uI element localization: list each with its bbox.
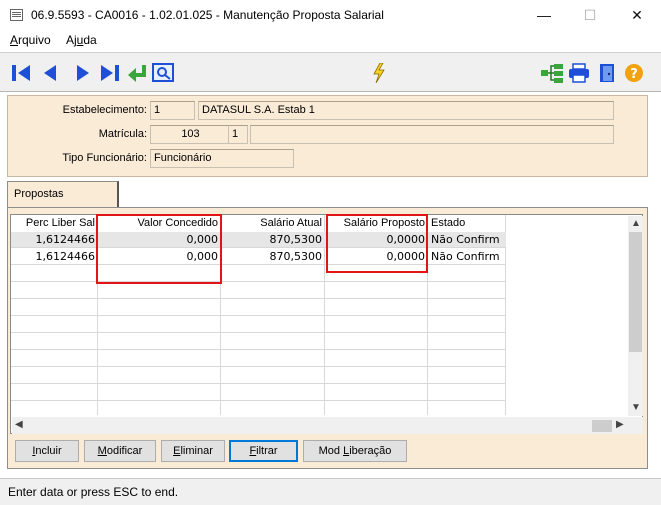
estabelecimento-name-field: DATASUL S.A. Estab 1 — [198, 101, 614, 120]
empty-row — [11, 368, 506, 384]
modificar-button[interactable]: Modificar — [84, 440, 156, 462]
table-row[interactable]: 1,6124466 0,000 870,5300 0,0000 Não Conf… — [11, 249, 506, 265]
menu-arquivo[interactable]: Arquivo — [10, 33, 51, 47]
cell-estado: Não Confirm — [431, 250, 500, 263]
vertical-scroll-thumb[interactable] — [629, 232, 642, 352]
toolbar: ? — [0, 52, 661, 92]
app-icon — [10, 9, 23, 21]
menu-ajuda[interactable]: Ajuda — [66, 33, 97, 47]
go-to-icon[interactable] — [126, 63, 150, 83]
cell-salario-atual: 870,5300 — [269, 233, 323, 246]
scroll-down-arrow-icon[interactable]: ▼ — [631, 402, 641, 413]
empty-row — [11, 351, 506, 367]
scroll-up-arrow-icon[interactable]: ▲ — [631, 218, 641, 229]
tipo-funcionario-label: Tipo Funcionário: — [62, 152, 147, 164]
status-bar: Enter data or press ESC to end. — [0, 478, 661, 505]
empty-row — [11, 300, 506, 316]
estabelecimento-code-field[interactable]: 1 — [150, 101, 195, 120]
matricula-label: Matrícula: — [98, 128, 147, 140]
minimize-button[interactable]: — — [522, 0, 566, 30]
filtrar-button[interactable]: Filtrar — [229, 440, 298, 462]
incluir-button[interactable]: Incluir — [15, 440, 79, 462]
empty-row — [11, 266, 506, 282]
close-button[interactable]: ✕ — [615, 0, 659, 30]
svg-text:?: ? — [630, 67, 638, 82]
cell-estado: Não Confirm — [431, 233, 500, 246]
previous-record-icon[interactable] — [42, 63, 58, 83]
mod-liberacao-button[interactable]: Mod Liberação — [303, 440, 407, 462]
empty-row — [11, 317, 506, 333]
scroll-left-arrow-icon[interactable]: ◀ — [15, 419, 23, 430]
cell-salario-atual: 870,5300 — [269, 250, 323, 263]
horizontal-scrollbar[interactable]: ◀ ▶ — [12, 417, 643, 434]
empty-row — [11, 283, 506, 299]
tipo-funcionario-field: Funcionário — [150, 149, 294, 168]
exit-door-icon[interactable] — [598, 63, 616, 83]
empty-row — [11, 385, 506, 401]
first-record-icon[interactable] — [10, 63, 32, 83]
matricula-name-field — [250, 125, 614, 144]
estabelecimento-label: Estabelecimento: — [62, 104, 147, 116]
cell-perc-liber-sal: 1,6124466 — [35, 250, 96, 263]
hierarchy-icon[interactable] — [540, 63, 564, 83]
scroll-right-arrow-icon[interactable]: ▶ — [616, 419, 624, 430]
empty-row — [11, 334, 506, 350]
search-icon[interactable] — [152, 63, 174, 83]
next-record-icon[interactable] — [75, 63, 91, 83]
highlight-box-salario-proposto — [326, 214, 428, 273]
cell-perc-liber-sal: 1,6124466 — [35, 233, 96, 246]
matricula-digit-field: 1 — [228, 125, 248, 144]
last-record-icon[interactable] — [99, 63, 121, 83]
help-icon[interactable]: ? — [624, 63, 644, 83]
tab-propostas[interactable]: Propostas — [7, 181, 119, 207]
menu-bar: Arquivo Ajuda — [0, 30, 661, 50]
horizontal-scroll-thumb[interactable] — [592, 420, 612, 432]
column-header-estado[interactable]: Estado — [428, 215, 506, 232]
vertical-scrollbar[interactable]: ▲ ▼ — [628, 216, 643, 416]
lightning-icon[interactable] — [372, 63, 386, 83]
print-icon[interactable] — [568, 63, 590, 83]
matricula-field[interactable]: 103 — [150, 125, 231, 144]
column-header-perc-liber-sal[interactable]: Perc Liber Sal — [11, 215, 98, 232]
column-header-salario-atual[interactable]: Salário Atual — [221, 215, 325, 232]
window-title: 06.9.5593 - CA0016 - 1.02.01.025 - Manut… — [31, 8, 384, 22]
highlight-box-valor-concedido — [96, 214, 222, 284]
table-row[interactable]: 1,6124466 0,000 870,5300 0,0000 Não Conf… — [11, 232, 506, 248]
maximize-button[interactable]: ☐ — [568, 0, 612, 30]
title-bar: 06.9.5593 - CA0016 - 1.02.01.025 - Manut… — [0, 0, 661, 30]
eliminar-button[interactable]: Eliminar — [161, 440, 225, 462]
